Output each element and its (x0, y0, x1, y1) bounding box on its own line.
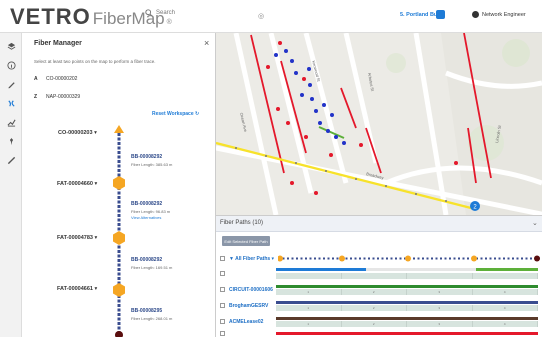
tool-rail (0, 33, 22, 337)
segment-length: Fiber Length: 385.63 m (131, 162, 173, 167)
chart-icon[interactable] (6, 117, 16, 127)
chevron-down-icon[interactable]: ⌄ (532, 219, 538, 227)
node-marker (113, 231, 125, 245)
settings-icon[interactable] (6, 136, 16, 146)
fiber-path-strip (278, 255, 540, 262)
path-bar (276, 317, 538, 320)
table-row[interactable]: CIRCUIT-00001606 1234 (216, 283, 542, 296)
table-row[interactable]: BroghamGESRV 1234 (216, 299, 542, 312)
fiber-trace-diagram (113, 125, 125, 337)
view-alternatives-link[interactable]: View Alternatives (131, 215, 161, 220)
checkbox[interactable] (220, 256, 225, 261)
user-menu[interactable]: Network Engineer (472, 11, 526, 18)
info-icon[interactable] (6, 60, 16, 70)
segment-length: Fiber Length: 96.83 m (131, 209, 171, 214)
node-label[interactable]: FAT-00004660 ▾ (57, 181, 97, 187)
trace-end-marker (115, 331, 123, 337)
fiber-path-icon[interactable] (6, 98, 16, 108)
fiber-paths-header[interactable]: Fiber Paths (10) ⌄ (216, 216, 542, 232)
all-fiber-paths-row[interactable]: ▼ All Fiber Paths ▾ (216, 252, 542, 265)
node-marker (113, 176, 125, 190)
edit-icon[interactable] (6, 79, 16, 89)
cell-strip (276, 273, 538, 279)
logo-mark: ® (166, 19, 172, 26)
fiber-manager-panel: Fiber Manager × Select at least two poin… (22, 33, 216, 337)
location-icon[interactable]: ◎ (258, 12, 264, 20)
app-window: VETRO FiberMap ® Search ◎ 5. Portland Bu… (0, 0, 542, 337)
fiber-path-name[interactable]: BroghamGESRV (229, 303, 268, 309)
path-bar (476, 268, 538, 271)
segment-id[interactable]: BB-00008292 (131, 201, 162, 207)
cell-strip: 1234 (276, 305, 538, 311)
fiber-paths-panel: Fiber Paths (10) ⌄ Edit Selected Fiber P… (216, 215, 542, 337)
line-icon[interactable] (6, 155, 16, 165)
fiber-path-name[interactable]: ACMELease02 (229, 319, 263, 325)
search-icon (145, 9, 153, 17)
top-bar: VETRO FiberMap ® Search ◎ 5. Portland Bu… (0, 0, 542, 33)
checkbox[interactable] (220, 271, 225, 276)
fiber-path-name[interactable]: CIRCUIT-00001606 (229, 287, 273, 293)
user-role: Network Engineer (482, 11, 526, 18)
cell-strip: 1234 (276, 321, 538, 327)
node-label[interactable]: CO-00000203 ▾ (58, 130, 97, 136)
path-bar (276, 268, 366, 271)
plan-icon[interactable] (436, 10, 445, 19)
path-bar (276, 301, 538, 304)
search-box[interactable]: Search (145, 9, 175, 17)
segment-id[interactable]: BB-00008292 (131, 154, 162, 160)
checkbox[interactable] (220, 319, 225, 324)
search-placeholder: Search (156, 10, 176, 16)
segment-length: Fiber Length: 169.51 m (131, 265, 173, 270)
segment-length: Fiber Length: 268.01 m (131, 316, 173, 321)
path-bar (276, 285, 538, 288)
user-avatar-icon (472, 11, 479, 18)
checkbox[interactable] (220, 303, 225, 308)
edit-fiber-path-button[interactable]: Edit Selected Fiber Path (222, 236, 270, 246)
checkbox[interactable] (220, 287, 225, 292)
node-label[interactable]: FAT-00004661 ▾ (57, 286, 97, 292)
all-fiber-paths-filter[interactable]: ▼ All Fiber Paths ▾ (229, 256, 274, 262)
logo-main: VETRO (10, 4, 91, 29)
trace-start-marker (114, 125, 124, 133)
map-svg: 2 Ocean Ave Kenwood St Arbutus St Broadw… (216, 33, 542, 215)
node-label[interactable]: FAT-00004783 ▾ (57, 235, 97, 241)
segment-id[interactable]: BB-00008295 (131, 308, 162, 314)
node-marker (113, 283, 125, 297)
segment-id[interactable]: BB-00008292 (131, 257, 162, 263)
fiber-paths-title: Fiber Paths (10) (220, 220, 264, 226)
table-row[interactable]: ACMELease02 1234 (216, 315, 542, 328)
layers-icon[interactable] (6, 41, 16, 51)
checkbox[interactable] (220, 331, 225, 336)
path-bar (366, 268, 476, 271)
path-bar (276, 332, 538, 335)
cell-strip: 1234 (276, 289, 538, 295)
map-canvas[interactable]: 2 Ocean Ave Kenwood St Arbutus St Broadw… (216, 33, 542, 215)
